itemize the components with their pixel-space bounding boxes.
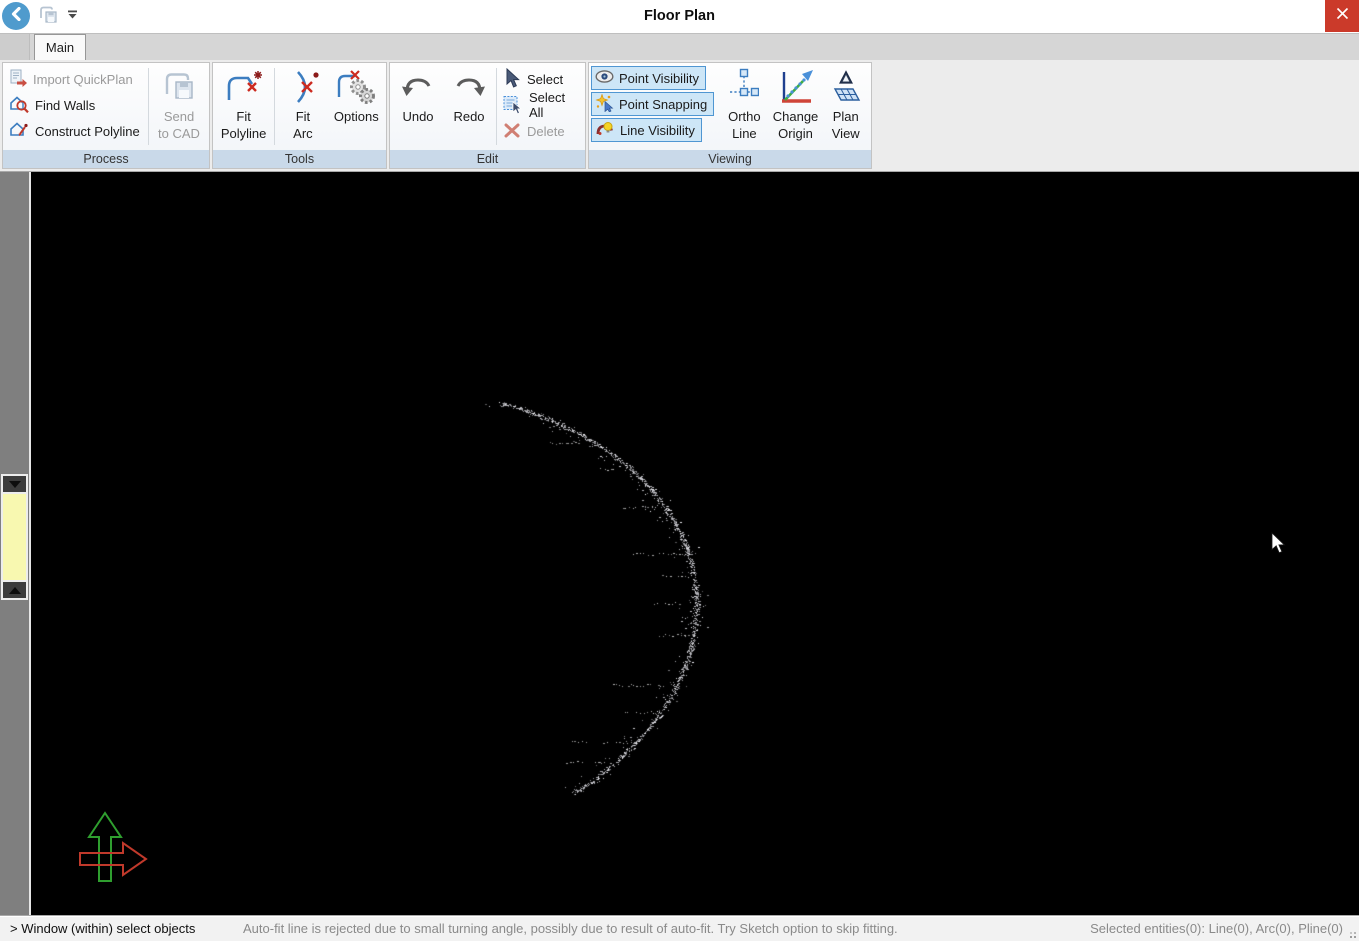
fit-arc-button[interactable]: Fit Arc bbox=[277, 64, 329, 149]
window-title: Floor Plan bbox=[0, 0, 1359, 33]
ucs-axis-indicator bbox=[76, 805, 166, 885]
scroll-up-button[interactable] bbox=[1, 580, 28, 600]
find-walls-label: Find Walls bbox=[35, 98, 95, 113]
plan-view-button[interactable]: Plan View bbox=[822, 64, 869, 149]
select-button[interactable]: Select bbox=[499, 66, 583, 92]
group-separator bbox=[148, 68, 149, 145]
fit-arc-label-line1: Fit bbox=[296, 108, 310, 125]
title-bar: Floor Plan bbox=[0, 0, 1359, 33]
left-scrollbar[interactable] bbox=[0, 172, 31, 915]
drawing-canvas[interactable] bbox=[31, 172, 1359, 915]
point-visibility-toggle[interactable]: Point Visibility bbox=[591, 66, 706, 90]
redo-button[interactable]: Redo bbox=[444, 64, 494, 149]
resize-grip[interactable] bbox=[1354, 936, 1356, 938]
fit-arc-label-line2: Arc bbox=[293, 125, 313, 142]
ribbon-group-viewing: Point Visibility Point Snapping bbox=[588, 62, 872, 169]
select-label: Select bbox=[527, 72, 563, 87]
main-area bbox=[0, 172, 1359, 915]
selection-summary: Selected entities(0): Line(0), Arc(0), P… bbox=[1090, 921, 1343, 936]
options-button[interactable]: Options bbox=[329, 64, 384, 149]
group-label-process: Process bbox=[3, 150, 209, 168]
group-label-edit: Edit bbox=[390, 150, 585, 168]
fit-polyline-label-line1: Fit bbox=[236, 108, 250, 125]
command-prompt: > Window (within) select objects bbox=[10, 921, 243, 936]
find-walls-icon bbox=[9, 94, 29, 117]
ribbon-tab-strip: Main bbox=[0, 33, 1359, 60]
ortho-line-label-line2: Line bbox=[732, 125, 757, 142]
scrollbar-thumb[interactable] bbox=[1, 494, 28, 580]
select-all-icon bbox=[503, 94, 523, 117]
send-to-cad-button[interactable]: Send to CAD bbox=[151, 64, 207, 149]
group-separator bbox=[274, 68, 275, 145]
mouse-cursor bbox=[1271, 532, 1289, 556]
line-visibility-toggle[interactable]: Line Visibility bbox=[591, 118, 702, 142]
select-all-button[interactable]: Select All bbox=[499, 92, 583, 118]
line-visibility-label: Line Visibility bbox=[620, 123, 695, 138]
plan-view-icon bbox=[831, 70, 861, 107]
construct-polyline-icon bbox=[9, 120, 29, 143]
send-to-cad-icon bbox=[160, 70, 198, 107]
group-label-tools: Tools bbox=[213, 150, 386, 168]
delete-label: Delete bbox=[527, 124, 565, 139]
line-visibility-icon bbox=[595, 120, 615, 140]
import-quickplan-label: Import QuickPlan bbox=[33, 72, 133, 87]
tab-main[interactable]: Main bbox=[34, 34, 86, 60]
ribbon: Import QuickPlan Find Walls bbox=[0, 60, 1359, 172]
point-visibility-label: Point Visibility bbox=[619, 71, 699, 86]
triangle-down-icon bbox=[9, 481, 21, 488]
point-snapping-icon bbox=[595, 94, 614, 115]
ribbon-group-tools: Fit Polyline Fit bbox=[212, 62, 387, 169]
plan-view-label-line2: View bbox=[832, 125, 860, 142]
change-origin-button[interactable]: Change Origin bbox=[769, 64, 823, 149]
undo-label: Undo bbox=[402, 108, 433, 125]
status-bar: > Window (within) select objects Auto-fi… bbox=[0, 915, 1359, 941]
ribbon-group-process: Import QuickPlan Find Walls bbox=[2, 62, 210, 169]
group-separator bbox=[496, 68, 497, 145]
ortho-line-label-line1: Ortho bbox=[728, 108, 761, 125]
change-origin-icon bbox=[777, 68, 815, 109]
tab-strip-corner bbox=[0, 34, 30, 60]
undo-icon bbox=[400, 74, 436, 103]
y-axis-arrow bbox=[89, 813, 121, 881]
construct-polyline-button[interactable]: Construct Polyline bbox=[5, 118, 146, 144]
point-cloud bbox=[31, 172, 1357, 915]
select-all-label: Select All bbox=[529, 90, 579, 120]
redo-icon bbox=[451, 74, 487, 103]
fit-polyline-icon bbox=[224, 70, 264, 107]
group-label-viewing: Viewing bbox=[589, 150, 871, 168]
send-to-cad-label-line1: Send bbox=[164, 108, 194, 125]
import-quickplan-button[interactable]: Import QuickPlan bbox=[5, 66, 146, 92]
import-quickplan-icon bbox=[9, 69, 27, 90]
fit-arc-icon bbox=[285, 70, 321, 107]
delete-button[interactable]: Delete bbox=[499, 118, 583, 144]
status-message: Auto-fit line is rejected due to small t… bbox=[243, 921, 1090, 936]
triangle-up-icon bbox=[9, 587, 21, 594]
options-label: Options bbox=[334, 108, 379, 125]
point-snapping-toggle[interactable]: Point Snapping bbox=[591, 92, 714, 116]
options-icon bbox=[335, 69, 377, 108]
delete-icon bbox=[503, 121, 521, 142]
plan-view-label-line1: Plan bbox=[833, 108, 859, 125]
point-visibility-icon bbox=[595, 68, 614, 88]
send-to-cad-label-line2: to CAD bbox=[158, 125, 200, 142]
fit-polyline-button[interactable]: Fit Polyline bbox=[215, 64, 272, 149]
floor-plan-window: Floor Plan Main bbox=[0, 0, 1359, 941]
point-snapping-label: Point Snapping bbox=[619, 97, 707, 112]
close-icon bbox=[1336, 7, 1349, 25]
scroll-down-button[interactable] bbox=[1, 474, 28, 494]
construct-polyline-label: Construct Polyline bbox=[35, 124, 140, 139]
redo-label: Redo bbox=[453, 108, 484, 125]
select-icon bbox=[503, 68, 521, 91]
fit-polyline-label-line2: Polyline bbox=[221, 125, 267, 142]
x-axis-arrow bbox=[80, 843, 146, 875]
change-origin-label-line1: Change bbox=[773, 108, 819, 125]
ribbon-group-edit: Undo Redo bbox=[389, 62, 586, 169]
undo-button[interactable]: Undo bbox=[392, 64, 444, 149]
close-button[interactable] bbox=[1325, 0, 1359, 32]
ortho-line-button[interactable]: Ortho Line bbox=[720, 64, 768, 149]
change-origin-label-line2: Origin bbox=[778, 125, 813, 142]
find-walls-button[interactable]: Find Walls bbox=[5, 92, 146, 118]
ortho-line-icon bbox=[729, 68, 759, 109]
